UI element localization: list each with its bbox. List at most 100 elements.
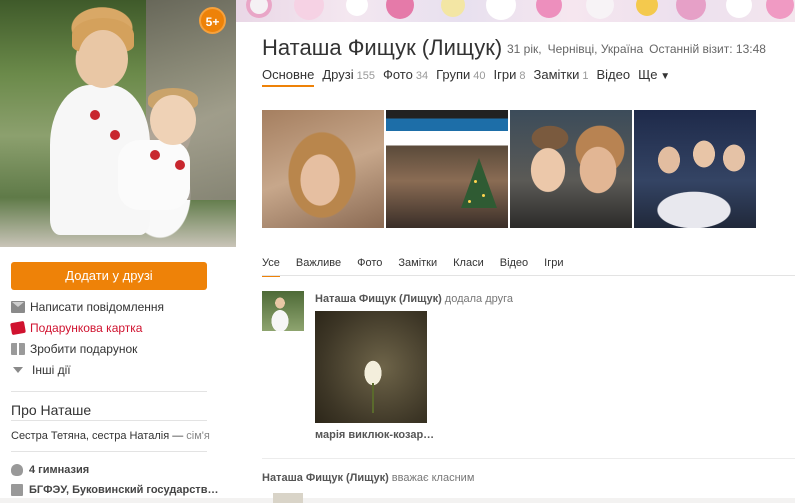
banner-flower [636,0,658,16]
nav-item-label: Основне [262,67,315,82]
nav-item-count: 34 [415,70,429,82]
nav-item-count: 40 [473,70,486,82]
banner-flower [441,0,465,17]
cover-banner [236,0,795,22]
banner-flower [766,0,794,19]
tab-video[interactable]: Відео [500,257,528,277]
nav-item-label: Замітки [533,67,580,82]
banner-flower [586,0,614,19]
avatar-embroidery [90,110,100,120]
friend-photo[interactable] [315,311,427,423]
make-gift-label: Зробити подарунок [30,341,138,356]
profile-location[interactable]: Чернівці, Україна [548,42,644,56]
photo-thumbnail[interactable] [510,110,632,228]
education-label: БГФЭУ, Буковинский государств… [29,484,219,496]
photo-thumbnail[interactable] [262,110,384,228]
photo-light [468,200,471,203]
photo-thumbnail[interactable] [634,110,756,228]
section-divider [11,451,207,452]
gift-card-label: Подарункова картка [30,320,143,335]
tab-photo[interactable]: Фото [357,257,382,277]
profile-name: Наташа Фищук (Лищук) [262,35,503,60]
education-list: 4 гимназия БГФЭУ, Буковинский государств… [11,460,226,500]
profile-meta: 31 рік, Чернівці, Україна Останній візит: … [507,42,772,56]
nav-item-label: Відео [596,67,631,82]
friend-name-link[interactable]: марія виклюк-козар… [315,429,434,441]
tab-likes[interactable]: Класи [453,257,484,277]
tab-games[interactable]: Ігри [544,257,563,277]
mail-icon [11,300,25,313]
other-actions-link[interactable]: Інші дії [11,359,221,380]
feed-item-thumbnail[interactable] [273,493,303,503]
left-column: 5+ Додати у друзі Написати повідомлення … [0,0,236,498]
nav-item-notes[interactable]: Замітки 1 [534,67,589,87]
nav-item-label: Ігри [493,67,517,82]
education-item[interactable]: 4 гимназия [11,460,226,480]
photo-strip [262,110,758,228]
nav-item-count: 155 [356,70,375,82]
nav-item-label: Групи [436,67,471,82]
university-icon [11,484,23,496]
rating-badge[interactable]: 5+ [199,7,226,34]
nav-item-photos[interactable]: Фото 34 [383,67,428,87]
nav-item-video[interactable]: Відео [596,67,630,87]
other-actions-label: Інші дії [32,362,71,377]
nav-item-count: 1 [582,70,589,82]
nav-item-groups[interactable]: Групи 40 [436,67,485,87]
feed-tabs: Усе Важливе Фото Замітки Класи Відео Ігр… [262,257,580,277]
profile-last-visit: Останній візит: 13:48 [649,42,766,56]
photo-thumbnail[interactable] [386,110,508,228]
feed-author-avatar[interactable] [262,291,304,331]
section-divider [11,391,207,392]
feed-item-header: Наташа Фищук (Лищук) додала друга [315,293,513,305]
add-friend-button[interactable]: Додати у друзі [11,262,207,290]
tab-important[interactable]: Важливе [296,257,341,277]
nav-item-main[interactable]: Основне [262,67,315,87]
chevron-down-icon [13,366,23,373]
avatar-embroidery [175,160,185,170]
friend-photo-detail [372,383,374,413]
write-message-label: Написати повідомлення [30,299,165,314]
photo-light [482,194,485,197]
family-link[interactable]: сім'я [186,430,210,442]
feed-action-text: вважає класним [391,472,475,484]
avatar-figure-child-face [150,95,196,145]
nav-item-more[interactable]: Ще [638,67,670,87]
banner-flower [294,0,324,20]
about-title: Про Наташе [11,402,92,418]
tabs-divider [262,275,795,276]
banner-flower [536,0,562,18]
education-label: 4 гимназия [29,464,90,476]
nav-item-label: Фото [382,67,413,82]
avatar-embroidery [110,130,120,140]
profile-avatar[interactable] [0,0,236,247]
nav-item-games[interactable]: Ігри 8 [494,67,526,87]
banner-flower [386,0,414,19]
feed-action-text: додала друга [444,293,514,305]
feed-divider [262,458,795,459]
tab-all[interactable]: Усе [262,257,280,277]
avatar-embroidery [150,150,160,160]
write-message-link[interactable]: Написати повідомлення [11,296,221,317]
gift-card-link[interactable]: Подарункова картка [10,317,221,338]
nav-item-count: 8 [519,70,526,82]
nav-item-friends[interactable]: Друзі 155 [322,67,375,87]
gift-icon [11,342,25,355]
banner-flower [676,0,706,20]
nav-item-label: Друзі [322,67,354,82]
banner-flower [246,0,272,18]
make-gift-link[interactable]: Зробити подарунок [11,338,221,359]
school-icon [11,464,23,476]
profile-nav: Основне Друзі 155 Фото 34 Групи 40 Ігри 8 За… [262,67,678,87]
feed-author-link[interactable]: Наташа Фищук (Лищук) [315,293,442,305]
family-text: Сестра Тетяна, сестра Наталія — [11,430,184,442]
section-divider [11,420,207,421]
feed-author-link[interactable]: Наташа Фищук (Лищук) [262,472,389,484]
banner-flower [726,0,752,18]
education-item[interactable]: БГФЭУ, Буковинский государств… [11,480,226,500]
photo-light [474,180,477,183]
profile-actions: Написати повідомлення Подарункова картка… [10,296,221,380]
avatar-figure-face [78,30,128,88]
tab-notes[interactable]: Замітки [398,257,437,277]
nav-item-label: Ще [638,67,658,82]
